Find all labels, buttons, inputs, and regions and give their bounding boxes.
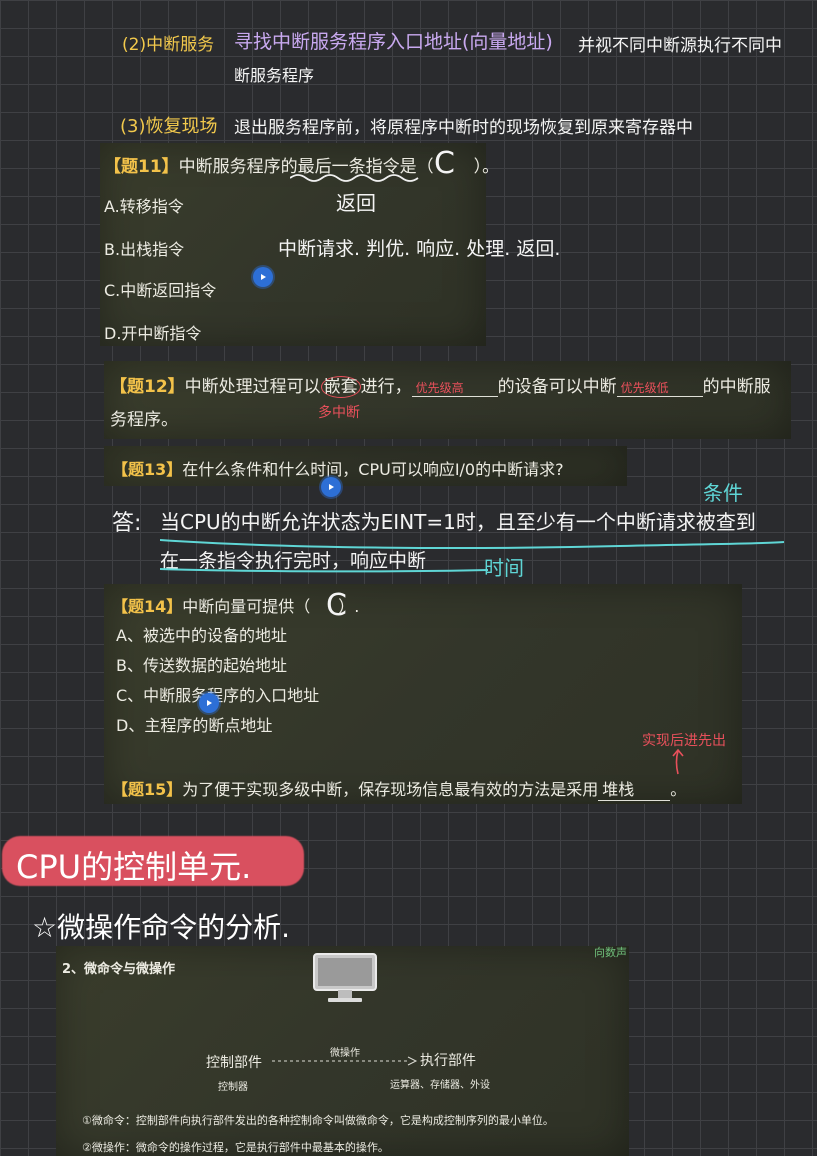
stem-part: 中断处理过程可以 [184,377,321,397]
slide-heading: 2、微命令与微操作 [62,962,176,977]
q11-option-a: A.转移指令 [104,197,184,216]
slide-left-block: 控制部件 [206,1055,262,1071]
note-step3-text: 退出服务程序前，将原程序中断时的现场恢复到原来寄存器中 [234,118,693,138]
stem-part: 进行， [360,377,412,397]
note-step2-text: 寻找中断服务程序入口地址(向量地址) [234,31,553,53]
question-number: 【题11】 [104,157,179,177]
section-title: CPU的控制单元. [16,848,252,886]
stem-part: 的中断服 [702,377,771,397]
question-13-stem: 【题13】在什么条件和什么时间，CPU可以响应I/0的中断请求? [112,456,564,480]
q12-note: 多中断 [318,405,360,421]
q13-note-condition: 条件 [703,481,743,505]
slide-definition-1: ①微命令：控制部件向执行部件发出的各种控制命令叫做微命令，它是构成控制序列的最小… [82,1114,554,1127]
dashed-arrow-icon [272,1056,418,1066]
note-step2-tail: 并视不同中断源执行不同中 [578,36,782,56]
section-subtitle: ☆微操作命令的分析. [32,911,291,944]
stem-part: 中断服务程序的 [178,157,298,177]
question-15-stem: 【题15】为了便于实现多级中断，保存现场信息最有效的方法是采用 堆栈。 [112,776,686,801]
note-step2-label: (2)中断服务 [122,35,215,55]
red-arrow-icon [672,748,684,775]
q13-answer-label: 答: [112,511,142,536]
wavy-underline [290,174,419,182]
cursor-icon [199,693,219,713]
question-number: 【题12】 [110,377,185,397]
cursor-icon [253,267,273,287]
q11-note-steps: 中断请求. 判优. 响应. 处理. 返回. [278,238,561,260]
question-12-stem: 【题12】中断处理过程可以 嵌套 进行， 优先级高 的设备可以中断 优先级低 的中断服 [110,372,771,398]
stem-part: 为了便于实现多级中断，保存现场信息最有效的方法是采用 [182,780,599,799]
q11-option-c: C.中断返回指令 [104,281,217,300]
cursor-icon [321,477,341,497]
blank-1: 优先级高 [411,379,498,397]
stem-circled: 嵌套 [320,376,361,398]
slide-watermark: 向数声 [594,946,627,959]
slide-definition-2: ②微操作：微命令的操作过程，它是执行部件中最基本的操作。 [82,1141,389,1154]
question-number: 【题15】 [112,780,183,799]
q14-handwritten-answer: C [326,588,347,623]
stem-part: 的设备可以中断 [497,377,617,397]
stem-part: 中断向量可提供（ [182,597,311,616]
question-number: 【题14】 [112,597,183,616]
question-14-stem: 【题14】中断向量可提供（）. [112,593,359,617]
q14-option-a: A、被选中的设备的地址 [116,626,287,645]
stem-part: ）。 [473,157,500,177]
q13-note-time: 时间 [484,556,524,580]
blank: 堆栈 [598,776,671,801]
note-step3-label: (3)恢复现场 [120,116,218,137]
q15-note: 实现后进先出 [642,733,726,749]
note-step2-line2: 断服务程序 [234,66,315,85]
q11-option-b: B.出栈指令 [104,240,185,259]
stem-part: 在什么条件和什么时间，CPU可以响应I/0的中断请求? [182,460,564,479]
slide-right-block: 执行部件 [420,1053,476,1069]
blank-2: 优先级低 [616,379,703,397]
stem-part: 。 [670,780,687,799]
monitor-icon [313,953,377,1002]
q14-option-b: B、传送数据的起始地址 [116,656,287,675]
q11-handwritten-answer: C [434,146,455,181]
q14-option-d: D、主程序的断点地址 [116,716,273,735]
q11-note-return: 返回 [336,191,376,215]
cyan-underline [160,568,489,573]
question-number: 【题13】 [112,460,183,479]
q13-answer-line1: 当CPU的中断允许状态为EINT=1时，且至少有一个中断请求被查到 [160,510,756,534]
slide-left-sub: 控制器 [218,1082,248,1093]
question-12-stem-line2: 务程序。 [110,410,178,430]
slide-right-sub: 运算器、存储器、外设 [390,1080,490,1091]
q11-option-d: D.开中断指令 [104,324,202,343]
